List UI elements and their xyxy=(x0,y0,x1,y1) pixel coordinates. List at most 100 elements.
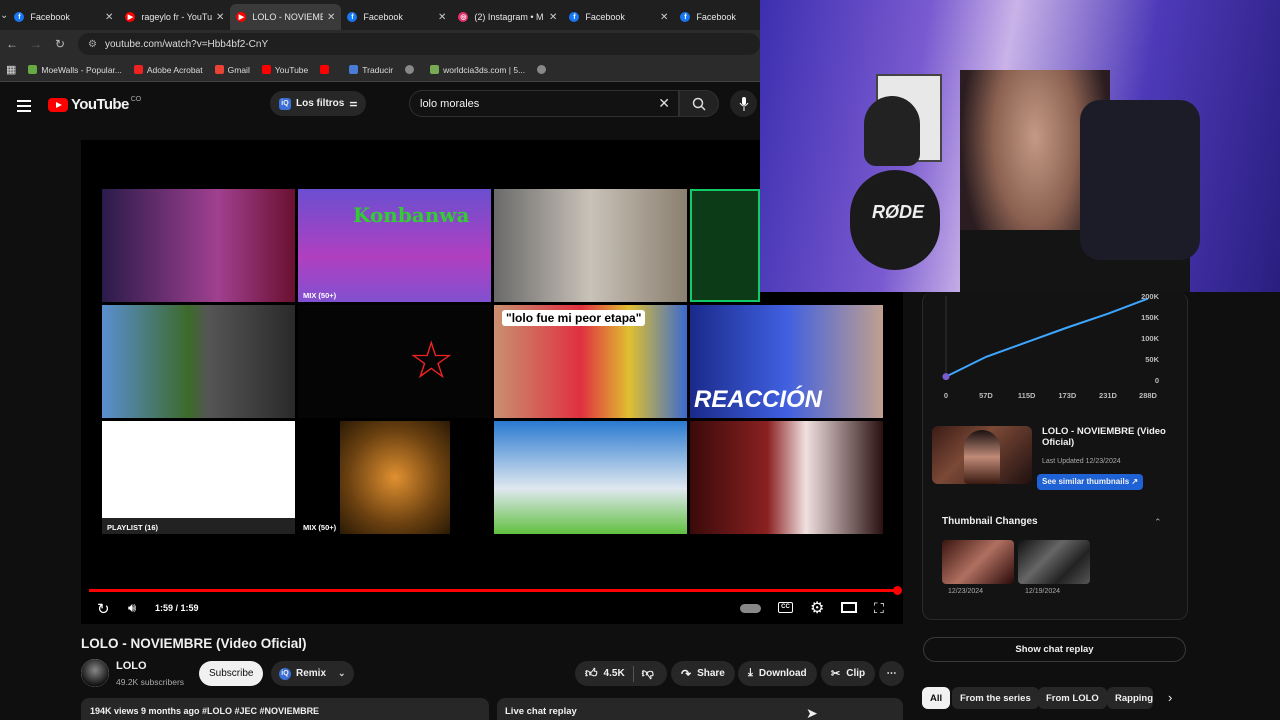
bookmark-traducir[interactable]: Traducir xyxy=(349,65,393,75)
show-chat-replay-button[interactable]: Show chat replay xyxy=(923,637,1186,662)
album-art xyxy=(340,421,450,534)
scrubber-handle[interactable] xyxy=(893,586,902,595)
search-input[interactable]: lolo morales ✕ xyxy=(409,90,679,117)
reload-button[interactable]: ↻ xyxy=(48,37,72,51)
clear-search-icon[interactable]: ✕ xyxy=(658,95,670,112)
bookmark-globe[interactable] xyxy=(405,65,418,74)
thumbnail-art: "lolo fue mi peor etapa" xyxy=(502,310,646,326)
site-info-icon[interactable]: ⚙ xyxy=(88,39,97,50)
facebook-icon: f xyxy=(347,12,358,22)
end-video-thumbnail[interactable]: ☆ xyxy=(298,305,491,418)
bookmark-gmail[interactable]: Gmail xyxy=(214,64,250,75)
download-icon: ⤓ xyxy=(748,667,753,679)
start-point[interactable] xyxy=(942,373,950,381)
bookmark-moewalls[interactable]: MoeWalls - Popular... xyxy=(28,64,122,75)
back-button[interactable]: ← xyxy=(0,37,24,51)
globe-icon xyxy=(537,65,547,74)
close-tab-icon[interactable]: ✕ xyxy=(549,12,557,23)
filters-label: Los filtros xyxy=(296,98,345,109)
chip-rapping[interactable]: Rapping xyxy=(1107,687,1153,709)
remix-button[interactable]: iQ Remix ⌄ xyxy=(271,661,354,686)
x-tick-label: 288D xyxy=(1139,391,1158,400)
search-button[interactable] xyxy=(679,90,719,117)
progress-bar[interactable] xyxy=(89,589,897,592)
address-bar[interactable]: ⚙ youtube.com/watch?v=Hbb4bf2-CnY xyxy=(78,33,760,55)
browser-tab[interactable]: ◎ (2) Instagram • M ✕ xyxy=(452,4,563,30)
replay-button[interactable]: ↻ xyxy=(97,600,110,618)
download-button[interactable]: ⤓ Download xyxy=(738,661,817,686)
apps-icon[interactable]: ▦ xyxy=(6,63,16,76)
bookmark-worldcia[interactable]: worldcia3ds.com | 5... xyxy=(430,65,525,75)
browser-tab[interactable]: f Facebook ✕ xyxy=(341,4,452,30)
forward-button[interactable]: → xyxy=(24,37,48,51)
bookmark-youtube-2[interactable] xyxy=(320,65,337,74)
filters-button[interactable]: iQ Los filtros ⚌ xyxy=(270,91,367,116)
bookmark-globe-2[interactable] xyxy=(537,65,550,74)
close-tab-icon[interactable]: ✕ xyxy=(327,12,335,23)
browser-tab[interactable]: ▶ rageylo fr - YouTu ✕ xyxy=(119,4,230,30)
voice-search-button[interactable] xyxy=(730,90,757,117)
browser-tab[interactable]: ▶ LOLO - NOVIEMB ✕ xyxy=(230,4,342,30)
tab-title: Facebook xyxy=(585,12,625,22)
end-video-thumbnail[interactable] xyxy=(494,189,687,302)
clip-button[interactable]: ✂ Clip xyxy=(821,661,876,686)
close-tab-icon[interactable]: ✕ xyxy=(216,12,224,23)
description-box[interactable]: 194K views 9 months ago #LOLO #JEC #NOVI… xyxy=(81,698,489,720)
bookmark-label: MoeWalls - Popular... xyxy=(41,64,122,75)
close-tab-icon[interactable]: ✕ xyxy=(660,12,668,23)
more-actions-button[interactable]: ⋯ xyxy=(879,661,904,686)
like-button[interactable]: 👍︎ 4.5K xyxy=(585,666,625,681)
end-video-thumbnail[interactable]: "lolo fue mi peor etapa" xyxy=(494,305,687,418)
channel-name[interactable]: LOLO xyxy=(116,660,147,672)
chevron-down-icon[interactable]: ⌄ xyxy=(338,668,346,679)
x-tick-label: 115D xyxy=(1018,391,1036,400)
live-chat-replay-header[interactable]: Live chat replay xyxy=(497,698,903,720)
bookmark-youtube[interactable]: YouTube xyxy=(261,65,308,75)
share-button[interactable]: ↷ Share xyxy=(671,661,735,686)
end-video-thumbnail[interactable] xyxy=(494,421,687,534)
subscribe-button[interactable]: Subscribe xyxy=(199,661,264,686)
facebook-icon: f xyxy=(680,12,691,22)
collapse-chevron-icon[interactable]: ⌃ xyxy=(1154,517,1162,528)
channel-avatar[interactable] xyxy=(81,659,109,687)
fullscreen-button[interactable]: ⛶ xyxy=(874,600,884,617)
chevron-right-icon[interactable]: › xyxy=(1168,690,1172,705)
end-video-thumbnail[interactable] xyxy=(102,189,295,302)
sliders-icon: ⚌ xyxy=(349,98,358,108)
thumbnail-change-1[interactable] xyxy=(942,540,1014,584)
end-video-thumbnail[interactable]: REACCIÓN xyxy=(690,305,883,418)
autoplay-toggle[interactable] xyxy=(740,604,761,613)
menu-icon[interactable] xyxy=(17,97,31,115)
last-updated: Last Updated 12/23/2024 xyxy=(1042,458,1121,465)
browser-tab[interactable]: f Facebook ✕ xyxy=(563,4,674,30)
end-video-thumbnail[interactable] xyxy=(690,421,883,534)
moewalls-icon xyxy=(28,65,38,74)
end-video-thumbnail[interactable] xyxy=(690,189,760,302)
close-tab-icon[interactable]: ✕ xyxy=(438,12,446,23)
close-tab-icon[interactable]: ✕ xyxy=(105,12,113,23)
mouse-cursor-icon: ➤ xyxy=(806,705,818,720)
theater-mode-button[interactable] xyxy=(841,602,857,613)
settings-gear-icon[interactable]: ⚙ xyxy=(810,598,824,618)
tab-search-button[interactable]: ⌄ xyxy=(0,0,8,30)
see-similar-thumbnails-button[interactable]: See similar thumbnails ↗ xyxy=(1037,474,1144,490)
bookmark-label: Gmail xyxy=(227,64,250,75)
chip-from-series[interactable]: From the series xyxy=(952,687,1039,709)
captions-button[interactable]: CC xyxy=(778,602,793,613)
end-playlist-thumbnail[interactable]: PLAYLIST (16) xyxy=(102,421,295,534)
end-mix-thumbnail[interactable]: MIX (50+) xyxy=(298,421,491,534)
youtube-logo[interactable]: YouTube CO xyxy=(48,96,141,113)
chip-from-lolo[interactable]: From LOLO xyxy=(1038,687,1107,709)
end-mix-thumbnail[interactable]: Konbanwa MIX (50+) xyxy=(298,189,491,302)
dislike-button[interactable]: 👎︎ xyxy=(642,666,654,681)
bookmark-adobe[interactable]: Adobe Acrobat xyxy=(133,65,203,75)
webcam-overlay: RØDE xyxy=(760,0,1280,292)
chip-all[interactable]: All xyxy=(922,687,951,709)
browser-tab[interactable]: f Facebook ✕ xyxy=(8,4,119,30)
volume-button[interactable]: 🔊︎ xyxy=(128,600,136,616)
thumbnail-change-2[interactable] xyxy=(1018,540,1090,584)
similar-video-title[interactable]: LOLO - NOVIEMBRE (Video Oficial) xyxy=(1042,426,1172,448)
similar-video-thumbnail[interactable] xyxy=(932,426,1032,484)
adobe-icon xyxy=(133,65,143,74)
end-video-thumbnail[interactable] xyxy=(102,305,295,418)
